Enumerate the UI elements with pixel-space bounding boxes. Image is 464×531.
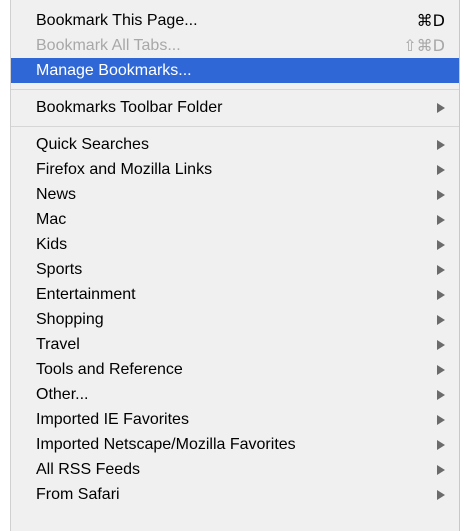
menu-item-label: Imported IE Favorites [36, 411, 189, 428]
menu-item-mac[interactable]: Mac [11, 207, 459, 232]
menu-separator [11, 126, 459, 127]
keyboard-shortcut: ⌘D [416, 11, 445, 30]
menu-item-label: Other... [36, 386, 89, 403]
menu-item-label: Mac [36, 211, 67, 228]
bookmarks-menu: Bookmark This Page... ⌘D Bookmark All Ta… [10, 0, 460, 531]
menu-item-label: Firefox and Mozilla Links [36, 161, 213, 178]
submenu-arrow-icon [437, 390, 445, 400]
menu-item-entertainment[interactable]: Entertainment [11, 282, 459, 307]
menu-item-label: Imported Netscape/Mozilla Favorites [36, 436, 296, 453]
menu-item-imported-ie-favorites[interactable]: Imported IE Favorites [11, 407, 459, 432]
menu-item-manage-bookmarks[interactable]: Manage Bookmarks... [11, 58, 459, 83]
menu-item-firefox-and-mozilla-links[interactable]: Firefox and Mozilla Links [11, 157, 459, 182]
menu-item-tools-and-reference[interactable]: Tools and Reference [11, 357, 459, 382]
menu-item-label: Bookmarks Toolbar Folder [36, 99, 223, 116]
menu-item-label: All RSS Feeds [36, 461, 141, 478]
menu-item-sports[interactable]: Sports [11, 257, 459, 282]
menu-item-imported-netscape-mozilla-favorites[interactable]: Imported Netscape/Mozilla Favorites [11, 432, 459, 457]
submenu-arrow-icon [437, 240, 445, 250]
menu-item-travel[interactable]: Travel [11, 332, 459, 357]
menu-item-label: Kids [36, 236, 68, 253]
submenu-arrow-icon [437, 340, 445, 350]
menu-item-bookmark-this-page[interactable]: Bookmark This Page... ⌘D [11, 8, 459, 33]
menu-item-quick-searches[interactable]: Quick Searches [11, 132, 459, 157]
menu-item-label: Travel [36, 336, 80, 353]
menu-item-label: Sports [36, 261, 83, 278]
menu-item-label: Bookmark All Tabs... [36, 37, 181, 54]
submenu-arrow-icon [437, 215, 445, 225]
menu-item-all-rss-feeds[interactable]: All RSS Feeds [11, 457, 459, 482]
submenu-arrow-icon [437, 315, 445, 325]
menu-item-label: Shopping [36, 311, 104, 328]
menu-item-bookmark-all-tabs: Bookmark All Tabs... ⇧⌘D [11, 33, 459, 58]
menu-item-label: Manage Bookmarks... [36, 62, 192, 79]
keyboard-shortcut: ⇧⌘D [403, 36, 445, 55]
submenu-arrow-icon [437, 140, 445, 150]
menu-item-from-safari[interactable]: From Safari [11, 482, 459, 507]
submenu-arrow-icon [437, 103, 445, 113]
submenu-arrow-icon [437, 490, 445, 500]
submenu-arrow-icon [437, 290, 445, 300]
menu-item-kids[interactable]: Kids [11, 232, 459, 257]
menu-item-label: Entertainment [36, 286, 136, 303]
submenu-arrow-icon [437, 440, 445, 450]
submenu-arrow-icon [437, 265, 445, 275]
menu-item-label: From Safari [36, 486, 120, 503]
menu-item-news[interactable]: News [11, 182, 459, 207]
menu-item-label: Quick Searches [36, 136, 149, 153]
menu-item-other[interactable]: Other... [11, 382, 459, 407]
menu-separator [11, 89, 459, 90]
menu-item-label: Tools and Reference [36, 361, 183, 378]
submenu-arrow-icon [437, 365, 445, 375]
submenu-arrow-icon [437, 415, 445, 425]
menu-item-shopping[interactable]: Shopping [11, 307, 459, 332]
submenu-arrow-icon [437, 190, 445, 200]
submenu-arrow-icon [437, 165, 445, 175]
menu-item-bookmarks-toolbar-folder[interactable]: Bookmarks Toolbar Folder [11, 95, 459, 120]
submenu-arrow-icon [437, 465, 445, 475]
menu-item-label: Bookmark This Page... [36, 12, 198, 29]
menu-item-label: News [36, 186, 77, 203]
